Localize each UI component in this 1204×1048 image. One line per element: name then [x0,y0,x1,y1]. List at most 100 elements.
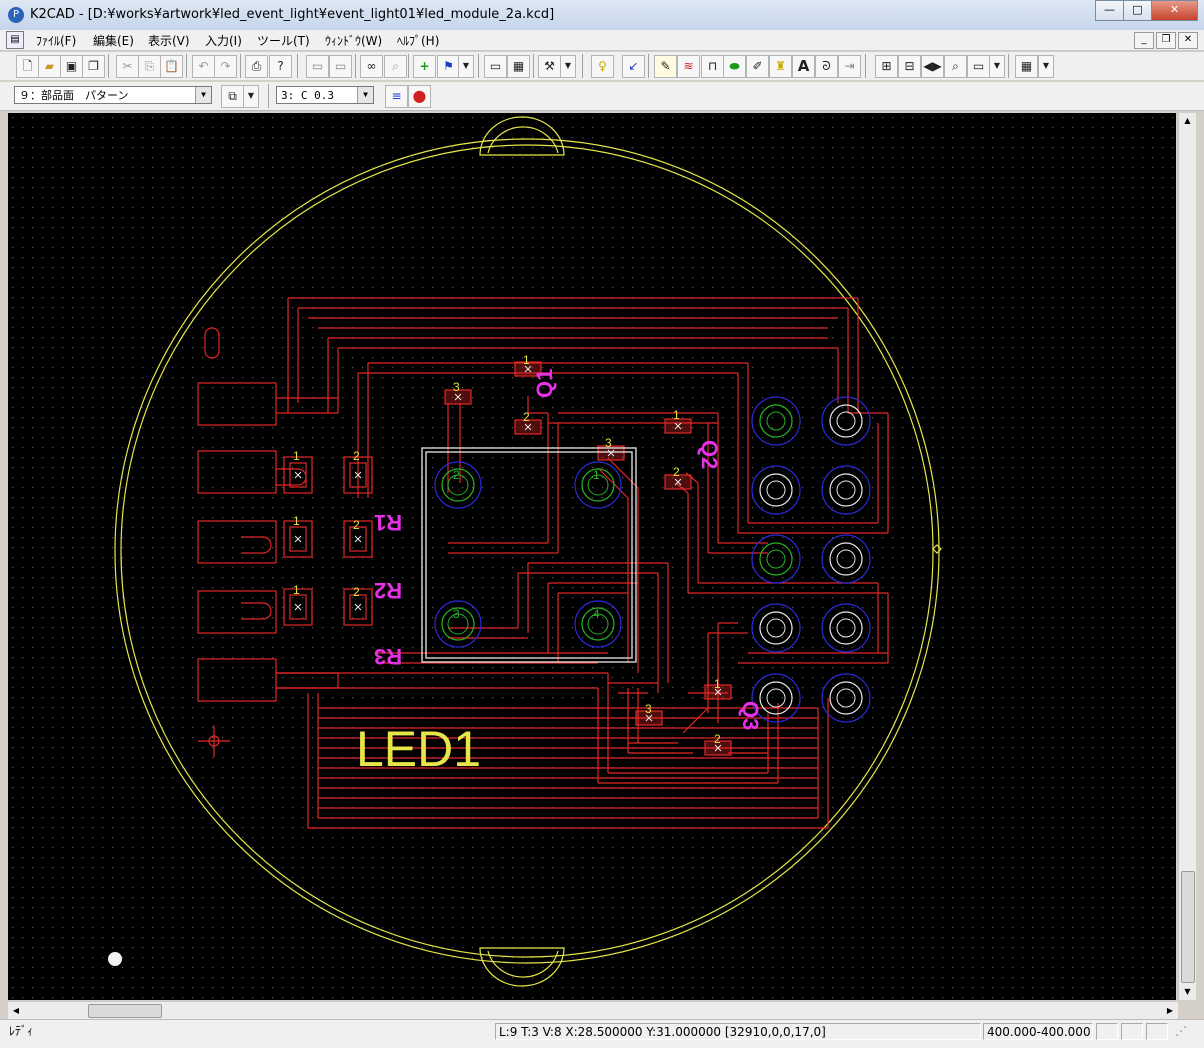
ref-q1: Q1 [532,369,557,398]
layer-down-icon[interactable]: ▭ [329,55,352,78]
line-width-value: 3: C 0.3 [281,89,334,102]
arrow-select-icon[interactable]: ↙ [622,55,645,78]
svg-text:1: 1 [523,353,530,367]
minimize-button[interactable]: — [1095,0,1124,21]
svg-text:2: 2 [353,449,360,463]
layer-stack-dropdown-icon[interactable]: ▼ [243,85,259,108]
copy-icon[interactable]: ⎘ [138,55,161,78]
undo-icon[interactable]: ↶ [192,55,215,78]
status-pane-a [1096,1023,1118,1040]
scroll-down-icon[interactable]: ▼ [1179,984,1196,1000]
document-icon[interactable]: ▤ [6,31,24,49]
vertical-scroll-thumb[interactable] [1181,871,1195,983]
svg-text:2: 2 [714,732,721,746]
pad-icon[interactable]: ⬬ [723,55,746,78]
resize-grip-icon[interactable]: ⋰ [1172,1023,1194,1040]
vertical-scrollbar[interactable]: ▲ ▼ [1178,113,1196,1000]
svg-text:1: 1 [293,449,300,463]
component-icon[interactable]: ⊓ [701,55,724,78]
paste-icon[interactable]: 📋 [160,55,183,78]
hammer-dropdown-icon[interactable]: ▼ [560,55,576,78]
pcb-canvas[interactable]: 1 2 1 2 1 2 1 3 2 3 1 2 1 2 3 2 1 3 4 R1… [8,113,1176,1000]
find-binoculars-icon[interactable]: ∞ [360,55,383,78]
ref-q3: Q3 [738,701,763,730]
menu-window[interactable]: ｳｨﾝﾄﾞｳ(W) [325,32,382,49]
main-toolbar: 🗋 ▰ ▣ ❐ ✂ ⎘ 📋 ↶ ↷ ⎙ ? ▭ ▭ ∞ ⌕ + ⚑ ▼ ▭ ▦ … [0,52,1204,80]
close-button[interactable]: ✕ [1151,0,1198,21]
help-icon[interactable]: ? [269,55,292,78]
zoom-out-icon[interactable]: ⊟ [898,55,921,78]
scroll-right-icon[interactable]: ▶ [1162,1002,1178,1019]
k2cad-app-icon[interactable]: P [8,7,24,23]
text-tool-icon[interactable]: A [792,55,815,78]
grid-icon[interactable]: ▦ [1015,55,1038,78]
chevron-down-icon: ▼ [357,87,373,103]
dimension-icon[interactable]: ⇥ [838,55,861,78]
pencil-icon[interactable]: ✎ [654,55,677,78]
zoom-dropdown-icon[interactable]: ▼ [989,55,1005,78]
svg-text:3: 3 [453,607,460,621]
save-icon[interactable]: ▣ [60,55,83,78]
color-palette-icon[interactable]: ⬤ [408,85,431,108]
svg-text:3: 3 [605,436,612,450]
horizontal-scroll-thumb[interactable] [88,1004,162,1018]
layer-select[interactable]: ９：部品面 パターン ▼ [14,86,212,104]
hammer-icon[interactable]: ⚒ [538,55,561,78]
status-bar: ﾚﾃﾞｨ L:9 T:3 V:8 X:28.500000 Y:31.000000… [0,1019,1204,1048]
scroll-up-icon[interactable]: ▲ [1179,113,1196,129]
ref-r2: R2 [374,578,402,603]
lasso-icon[interactable]: ♀ [591,55,614,78]
trophy-icon[interactable]: ♜ [769,55,792,78]
menu-file[interactable]: ﾌｧｲﾙ(F) [36,32,76,49]
menu-input[interactable]: 入力(I) [205,32,242,49]
flag-icon[interactable]: ⚑ [437,55,460,78]
open-folder-icon[interactable]: ▰ [38,55,61,78]
menu-view[interactable]: 表示(V) [148,32,190,49]
menu-bar: ▤ ﾌｧｲﾙ(F) 編集(E) 表示(V) 入力(I) ツール(T) ｳｨﾝﾄﾞ… [0,30,1204,51]
mdi-close-button[interactable]: ✕ [1178,32,1198,49]
new-file-icon[interactable]: 🗋 [16,55,39,78]
layer-stack-icon[interactable]: ⧉ [221,85,244,108]
grid-dropdown-icon[interactable]: ▼ [1038,55,1054,78]
ref-q2: Q2 [697,440,722,469]
brush-icon[interactable]: ✐ [746,55,769,78]
cut-icon[interactable]: ✂ [116,55,139,78]
menu-edit[interactable]: 編集(E) [93,32,134,49]
redo-icon[interactable]: ↷ [214,55,237,78]
save-all-icon[interactable]: ❐ [82,55,105,78]
board-view-icon[interactable]: ▭ [484,55,507,78]
title-bar: P K2CAD - [D:¥works¥artwork¥led_event_li… [0,0,1204,31]
status-pane-b [1121,1023,1143,1040]
menu-tools[interactable]: ツール(T) [257,32,310,49]
line-style-icon[interactable]: ≡ [385,85,408,108]
zoom-search-icon[interactable]: ⌕ [944,55,967,78]
maximize-button[interactable]: □ [1123,0,1152,21]
status-zoom: 400.000-400.000 [983,1023,1093,1040]
chevron-down-icon: ▼ [195,87,211,103]
scroll-left-icon[interactable]: ◀ [8,1002,24,1019]
zoom-in-icon[interactable]: ⊞ [875,55,898,78]
find-next-icon[interactable]: ⌕ [384,55,407,78]
status-text: ﾚﾃﾞｨ [9,1024,34,1038]
arc-icon[interactable]: ᘐ [815,55,838,78]
pan-icon[interactable]: ◀▶ [921,55,944,78]
status-pane-c [1146,1023,1168,1040]
mdi-minimize-button[interactable]: _ [1134,32,1154,49]
horizontal-scrollbar[interactable]: ◀ ▶ [8,1001,1178,1019]
flag-dropdown-icon[interactable]: ▼ [458,55,474,78]
svg-text:1: 1 [593,468,600,482]
line-width-select[interactable]: 3: C 0.3 ▼ [276,86,374,104]
print-icon[interactable]: ⎙ [245,55,268,78]
layer-select-value: ９：部品面 パターン [19,89,129,102]
menu-help[interactable]: ﾍﾙﾌﾟ(H) [397,32,439,49]
svg-text:3: 3 [645,702,652,716]
trace-icon[interactable]: ≋ [677,55,700,78]
zoom-window-icon[interactable]: ▭ [967,55,990,78]
add-icon[interactable]: + [413,55,436,78]
calendar-icon[interactable]: ▦ [507,55,530,78]
mdi-restore-button[interactable]: ❐ [1156,32,1176,49]
svg-text:1: 1 [293,514,300,528]
layer-up-icon[interactable]: ▭ [306,55,329,78]
svg-text:2: 2 [353,585,360,599]
pcb-drawing[interactable]: 1 2 1 2 1 2 1 3 2 3 1 2 1 2 3 2 1 3 4 R1… [8,113,1176,1000]
